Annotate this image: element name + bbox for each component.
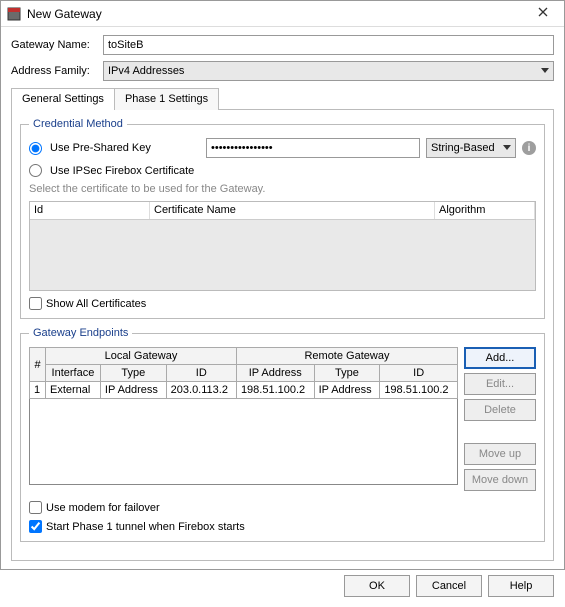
ep-cell-remote-ip: 198.51.100.2: [236, 382, 314, 399]
address-family-row: Address Family: IPv4 Addresses: [11, 61, 554, 81]
cert-col-name[interactable]: Certificate Name: [150, 202, 435, 219]
info-icon[interactable]: i: [522, 141, 536, 155]
show-all-certs-label: Show All Certificates: [46, 298, 146, 310]
use-psk-radio[interactable]: [29, 142, 42, 155]
psk-input[interactable]: [206, 138, 420, 158]
move-up-button[interactable]: Move up: [464, 443, 536, 465]
gateway-name-input[interactable]: [103, 35, 554, 55]
ep-group-local[interactable]: Local Gateway: [46, 348, 237, 365]
tab-phase1-settings[interactable]: Phase 1 Settings: [114, 88, 219, 110]
ep-col-local-type[interactable]: Type: [100, 365, 166, 382]
cert-col-alg[interactable]: Algorithm: [435, 202, 535, 219]
ep-group-remote[interactable]: Remote Gateway: [236, 348, 457, 365]
gateway-endpoints-group: Gateway Endpoints # Local Gateway Remote…: [20, 327, 545, 542]
dialog-content: Gateway Name: Address Family: IPv4 Addre…: [1, 27, 564, 567]
use-psk-row: Use Pre-Shared Key String-Based i: [29, 138, 536, 158]
ep-col-remote-type[interactable]: Type: [314, 365, 380, 382]
tab-panel-general: Credential Method Use Pre-Shared Key Str…: [11, 110, 554, 561]
endpoint-options: Use modem for failover Start Phase 1 tun…: [29, 501, 536, 533]
cert-hint: Select the certificate to be used for th…: [29, 183, 536, 195]
app-icon: [7, 7, 21, 21]
gateway-name-row: Gateway Name:: [11, 35, 554, 55]
ep-col-local-id[interactable]: ID: [166, 365, 236, 382]
address-family-value: IPv4 Addresses: [108, 65, 184, 77]
chevron-down-icon: [503, 145, 511, 151]
use-psk-label: Use Pre-Shared Key: [50, 142, 200, 154]
start-phase1-label: Start Phase 1 tunnel when Firebox starts: [46, 521, 245, 533]
gateway-endpoints-legend: Gateway Endpoints: [29, 327, 132, 339]
cert-table: Id Certificate Name Algorithm: [29, 201, 536, 291]
ok-button[interactable]: OK: [344, 575, 410, 597]
table-row[interactable]: 1 External IP Address 203.0.113.2 198.51…: [30, 382, 458, 399]
delete-button[interactable]: Delete: [464, 399, 536, 421]
chevron-down-icon: [541, 68, 549, 74]
psk-type-select[interactable]: String-Based: [426, 138, 516, 158]
ep-cell-interface: External: [46, 382, 101, 399]
tab-general-settings[interactable]: General Settings: [11, 88, 115, 110]
gateway-name-label: Gateway Name:: [11, 39, 103, 51]
ep-cell-num: 1: [30, 382, 46, 399]
ep-col-remote-ip[interactable]: IP Address: [236, 365, 314, 382]
use-cert-radio[interactable]: [29, 164, 42, 177]
endpoints-layout: # Local Gateway Remote Gateway Interface…: [29, 347, 536, 491]
show-all-certs-row: Show All Certificates: [29, 297, 536, 310]
dialog-footer: OK Cancel Help: [1, 567, 564, 607]
ep-cell-remote-type: IP Address: [314, 382, 380, 399]
cert-col-id[interactable]: Id: [30, 202, 150, 219]
endpoints-table-wrap: # Local Gateway Remote Gateway Interface…: [29, 347, 458, 491]
modem-failover-checkbox[interactable]: [29, 501, 42, 514]
start-phase1-checkbox[interactable]: [29, 520, 42, 533]
move-down-button[interactable]: Move down: [464, 469, 536, 491]
cert-table-header: Id Certificate Name Algorithm: [30, 202, 535, 220]
show-all-certs-checkbox[interactable]: [29, 297, 42, 310]
window-title: New Gateway: [27, 7, 528, 21]
ep-cell-remote-id: 198.51.100.2: [380, 382, 458, 399]
help-button[interactable]: Help: [488, 575, 554, 597]
ep-col-num[interactable]: #: [30, 348, 46, 382]
edit-button[interactable]: Edit...: [464, 373, 536, 395]
tabs: General Settings Phase 1 Settings: [11, 87, 554, 110]
address-family-select[interactable]: IPv4 Addresses: [103, 61, 554, 81]
ep-cell-local-id: 203.0.113.2: [166, 382, 236, 399]
cert-table-body: [30, 220, 535, 290]
title-bar: New Gateway: [1, 1, 564, 27]
use-cert-row: Use IPSec Firebox Certificate: [29, 164, 536, 177]
address-family-label: Address Family:: [11, 65, 103, 77]
ep-cell-local-type: IP Address: [100, 382, 166, 399]
close-icon: [538, 7, 548, 20]
ep-col-remote-id[interactable]: ID: [380, 365, 458, 382]
endpoints-empty-area: [29, 399, 458, 485]
psk-type-value: String-Based: [431, 142, 495, 154]
modem-failover-label: Use modem for failover: [46, 502, 160, 514]
credential-method-group: Credential Method Use Pre-Shared Key Str…: [20, 118, 545, 319]
close-button[interactable]: [528, 4, 558, 24]
add-button[interactable]: Add...: [464, 347, 536, 369]
endpoints-actions: Add... Edit... Delete Move up Move down: [464, 347, 536, 491]
use-cert-label: Use IPSec Firebox Certificate: [50, 165, 194, 177]
cancel-button[interactable]: Cancel: [416, 575, 482, 597]
endpoints-table: # Local Gateway Remote Gateway Interface…: [29, 347, 458, 399]
credential-method-legend: Credential Method: [29, 118, 127, 130]
ep-col-interface[interactable]: Interface: [46, 365, 101, 382]
